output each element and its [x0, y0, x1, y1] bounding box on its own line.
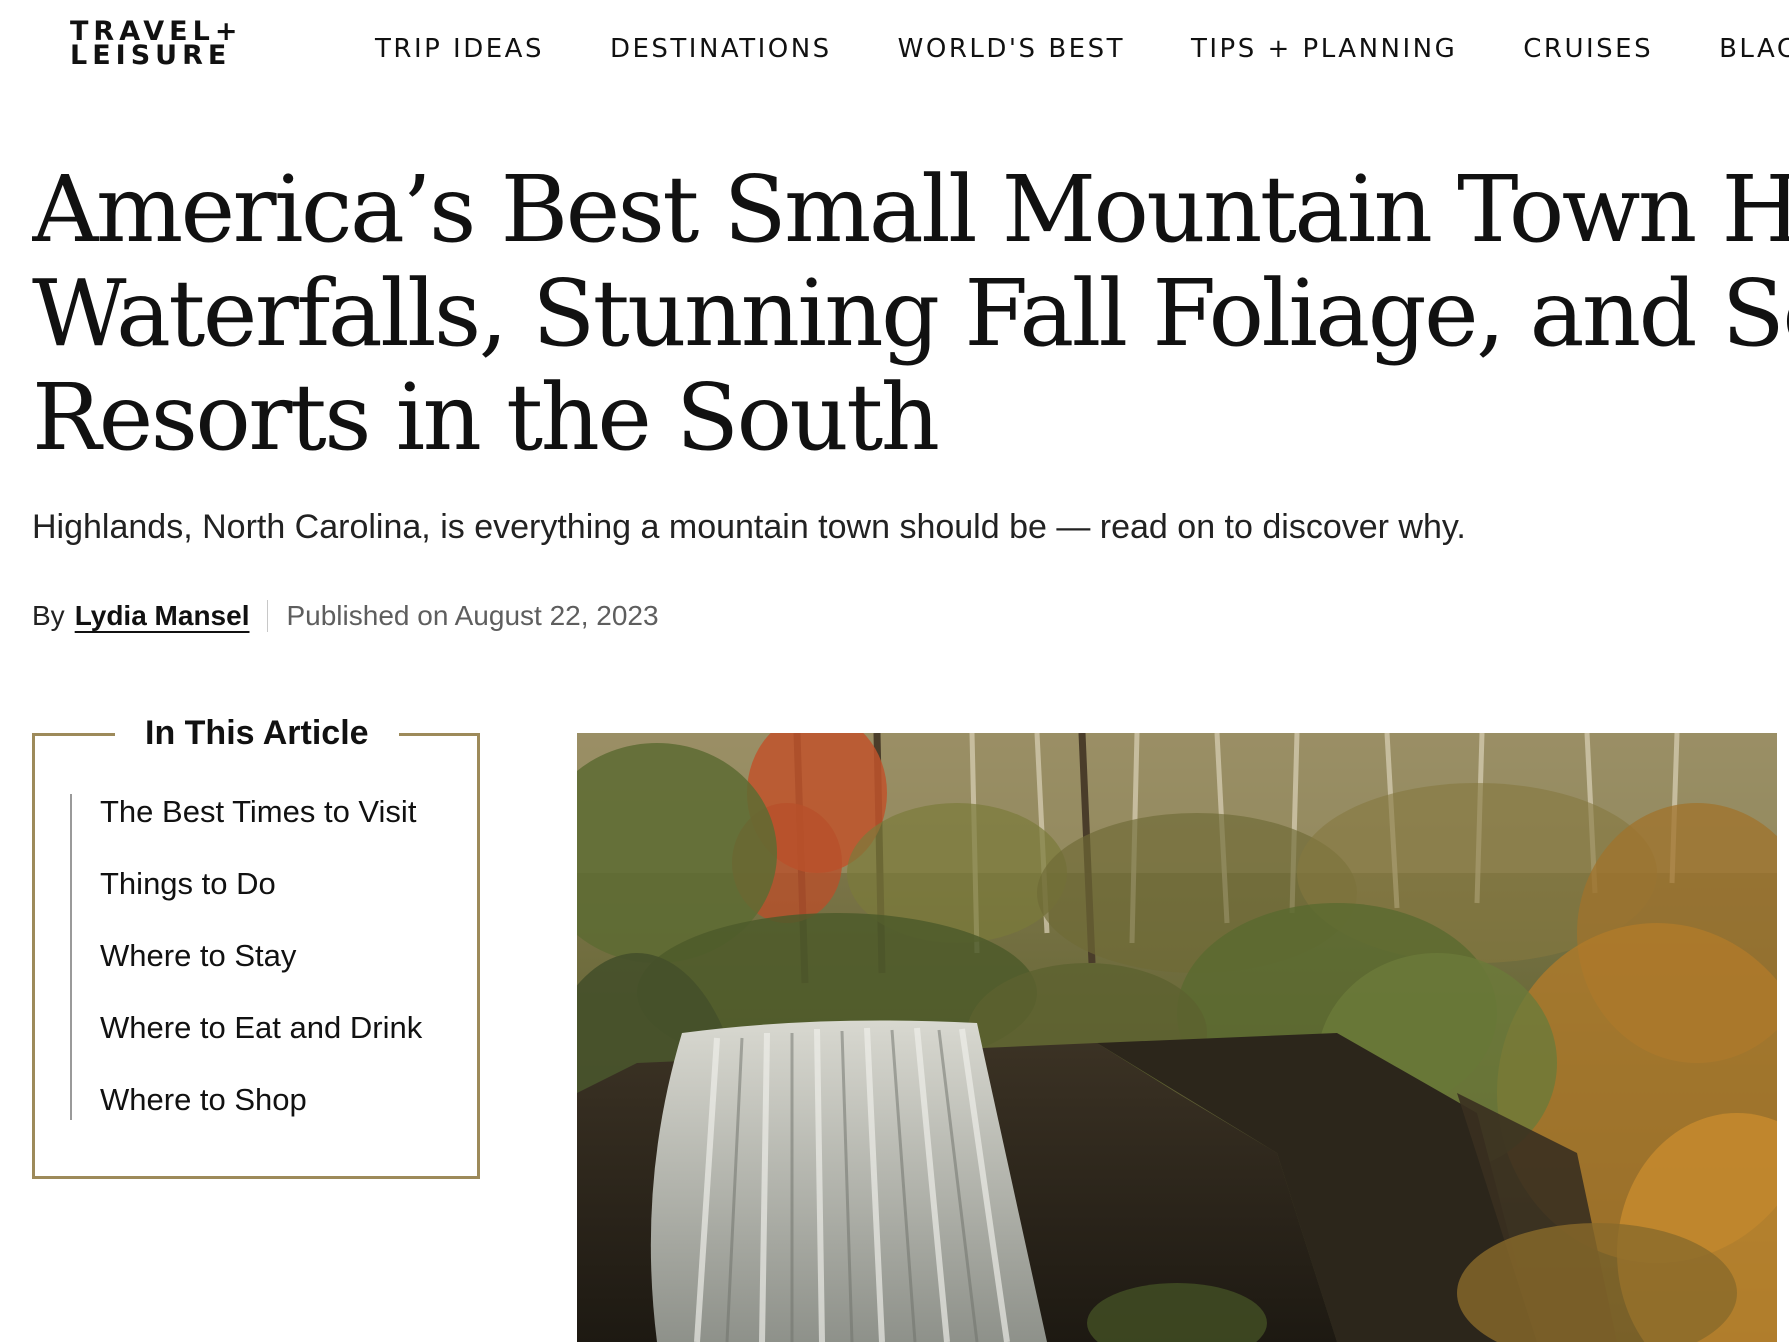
article-title-line-1: America’s Best Small Mountain Town Has B: [32, 158, 1789, 263]
toc-item: Where to Eat and Drink: [72, 1010, 422, 1046]
toc-link-best-times[interactable]: The Best Times to Visit: [100, 794, 416, 829]
nav-item-trip-ideas[interactable]: TRIP IDEAS: [375, 34, 544, 64]
nav-item-destinations[interactable]: DESTINATIONS: [610, 34, 832, 64]
toc-title: In This Article: [115, 714, 399, 753]
waterfall-forest-illustration: [577, 733, 1777, 1342]
toc-link-things-to-do[interactable]: Things to Do: [100, 866, 276, 901]
toc-item: The Best Times to Visit: [72, 794, 422, 830]
site-header: TRAVEL+ LEISURE TRIP IDEAS DESTINATIONS …: [0, 0, 1789, 100]
nav-item-black[interactable]: BLACK: [1719, 34, 1789, 64]
logo-line-2: LEISURE: [70, 40, 232, 71]
toc-item: Where to Shop: [72, 1082, 422, 1120]
byline: By Lydia Mansel Published on August 22, …: [32, 600, 659, 632]
table-of-contents: In This Article The Best Times to Visit …: [32, 714, 480, 1179]
publish-date: Published on August 22, 2023: [286, 600, 659, 631]
author-link[interactable]: Lydia Mansel: [75, 600, 250, 632]
hero-image: [577, 733, 1777, 1342]
article-title: America’s Best Small Mountain Town Has B…: [32, 158, 1789, 470]
byline-prefix: By: [32, 600, 65, 631]
nav-item-worlds-best[interactable]: WORLD'S BEST: [898, 34, 1125, 64]
site-logo[interactable]: TRAVEL+ LEISURE: [70, 18, 280, 71]
nav-item-cruises[interactable]: CRUISES: [1523, 34, 1653, 64]
toc-link-where-to-shop[interactable]: Where to Shop: [100, 1082, 307, 1117]
article-title-line-2: Waterfalls, Stunning Fall Foliage, and S…: [32, 260, 1789, 367]
article-title-line-3: Resorts in the South: [32, 364, 940, 470]
toc-item: Things to Do: [72, 866, 422, 902]
toc-item: Where to Stay: [72, 938, 422, 974]
toc-list: The Best Times to Visit Things to Do Whe…: [70, 794, 422, 1120]
nav-item-tips-planning[interactable]: TIPS + PLANNING: [1191, 34, 1457, 64]
byline-divider: [267, 600, 269, 632]
article-subtitle: Highlands, North Carolina, is everything…: [32, 508, 1466, 546]
toc-link-where-to-stay[interactable]: Where to Stay: [100, 938, 296, 973]
main-nav: TRIP IDEAS DESTINATIONS WORLD'S BEST TIP…: [375, 34, 1789, 64]
toc-link-eat-drink[interactable]: Where to Eat and Drink: [100, 1010, 422, 1045]
